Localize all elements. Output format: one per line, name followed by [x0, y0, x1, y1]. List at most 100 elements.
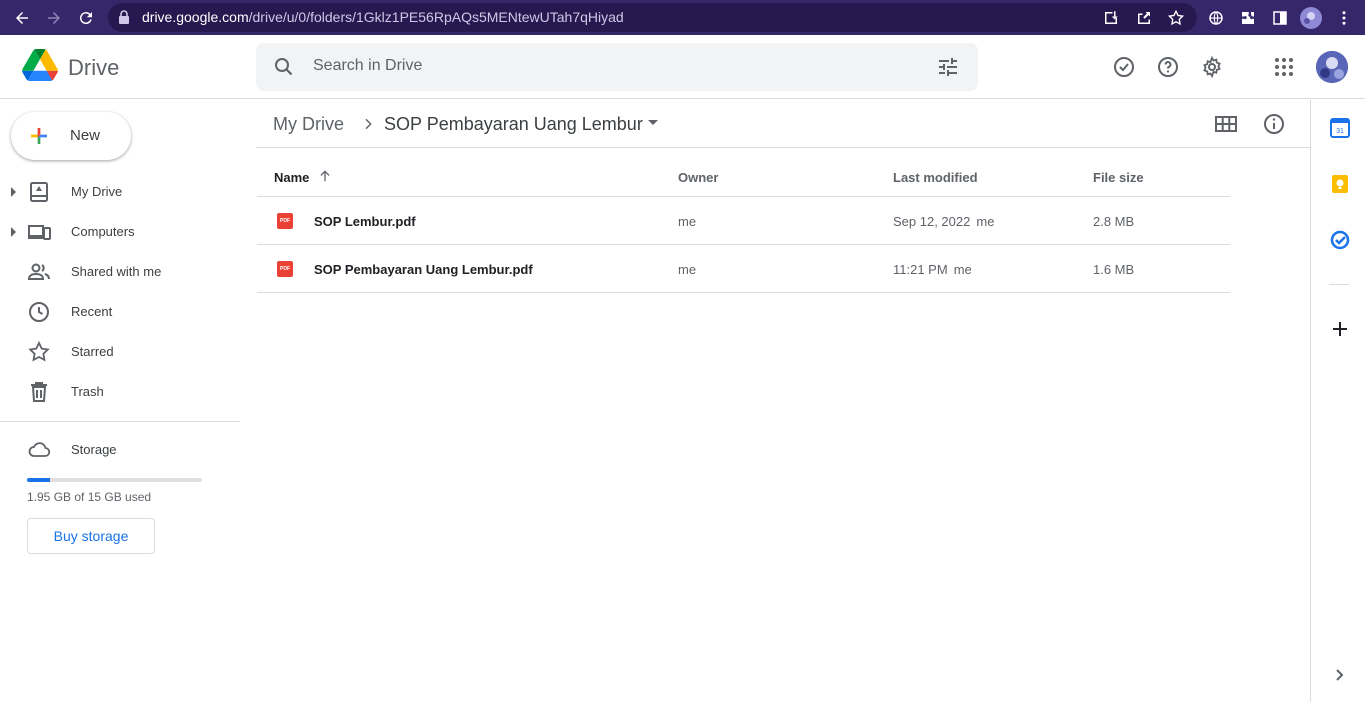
sidebar-item-computers[interactable]: Computers	[0, 216, 240, 248]
url-host: drive.google.com	[142, 9, 249, 25]
search-bar[interactable]: Search in Drive	[256, 43, 978, 91]
file-name[interactable]: SOP Lembur.pdf	[314, 214, 416, 229]
cloud-icon[interactable]	[27, 438, 51, 462]
side-panel-divider	[1329, 284, 1349, 285]
help-icon[interactable]	[1156, 55, 1180, 79]
svg-text:31: 31	[1336, 128, 1344, 135]
column-header-name[interactable]: Name	[274, 170, 309, 185]
back-arrow-icon	[16, 12, 28, 24]
file-size: 2.8 MB	[1093, 214, 1135, 229]
sidebar-divider	[0, 421, 240, 422]
breadcrumb-current-folder[interactable]: SOP Pembayaran Uang Lembur	[384, 114, 643, 135]
storage-progress-fill	[27, 478, 50, 482]
storage-progress-bar	[27, 478, 202, 482]
column-header-last-modified[interactable]: Last modified	[893, 170, 978, 185]
file-list: Name Owner Last modified File size PDF S…	[257, 150, 1230, 293]
buy-storage-button[interactable]: Buy storage	[27, 518, 155, 554]
sidebar-item-label: Trash	[71, 384, 104, 399]
plus-icon	[31, 128, 47, 144]
settings-gear-icon[interactable]	[1200, 55, 1224, 79]
file-name[interactable]: SOP Pembayaran Uang Lembur.pdf	[314, 262, 533, 277]
expand-arrow-icon[interactable]	[11, 227, 16, 237]
drive-logo-icon[interactable]	[22, 49, 58, 81]
drive-header: Drive Search in Drive	[0, 35, 1365, 99]
url-text: drive.google.com/drive/u/0/folders/1Gklz…	[142, 9, 624, 25]
forward-button[interactable]	[42, 6, 66, 30]
reload-button[interactable]	[74, 6, 98, 30]
url-path: /drive/u/0/folders/1Gklz1PE56RpAQs5MENte…	[248, 9, 624, 25]
left-sidebar: New My Drive Computers Shared with me Re…	[0, 100, 240, 702]
shared-icon	[27, 263, 50, 280]
modified-date: Sep 12, 2022	[893, 214, 971, 229]
apps-grid-icon[interactable]	[1272, 55, 1296, 79]
trash-icon	[31, 382, 47, 402]
add-addon-plus-icon[interactable]	[1330, 319, 1350, 339]
modified-date: 11:21 PM	[893, 262, 948, 277]
file-size: 1.6 MB	[1093, 262, 1135, 277]
ready-for-offline-icon[interactable]	[1112, 55, 1136, 79]
keep-icon[interactable]	[1330, 174, 1350, 194]
extensions-puzzle-icon[interactable]	[1237, 7, 1259, 29]
file-owner: me	[678, 214, 697, 229]
sidebar-item-label: Computers	[71, 224, 135, 239]
star-icon	[28, 340, 50, 362]
profile-avatar-icon[interactable]	[1300, 7, 1322, 29]
search-options-icon[interactable]	[936, 55, 960, 79]
sidebar-item-label: Shared with me	[71, 264, 162, 279]
browser-toolbar: drive.google.com/drive/u/0/folders/1Gklz…	[0, 0, 1365, 35]
sidebar-item-shared[interactable]: Shared with me	[0, 256, 240, 288]
info-icon[interactable]	[1262, 112, 1286, 136]
side-panel-icon[interactable]	[1269, 7, 1291, 29]
new-button[interactable]: New	[11, 112, 131, 160]
sidebar-item-label: Starred	[71, 344, 114, 359]
pdf-file-icon: PDF	[277, 261, 293, 277]
sidebar-item-starred[interactable]: Starred	[0, 336, 240, 368]
search-icon[interactable]	[272, 55, 296, 79]
column-header-owner[interactable]: Owner	[678, 170, 718, 185]
table-row[interactable]: PDF SOP Pembayaran Uang Lembur.pdf me 11…	[257, 245, 1230, 293]
new-button-label: New	[70, 127, 101, 144]
sidebar-item-label: My Drive	[71, 184, 123, 199]
chevron-right-icon[interactable]	[1329, 665, 1349, 685]
extension-globe-icon[interactable]	[1205, 7, 1227, 29]
computers-icon	[28, 225, 51, 240]
sidebar-item-recent[interactable]: Recent	[0, 296, 240, 328]
file-last-modified: 11:21 PM me	[893, 262, 972, 277]
chevron-right-icon	[365, 118, 372, 130]
pdf-file-icon: PDF	[277, 213, 293, 229]
forward-arrow-icon	[48, 12, 60, 24]
storage-used-text: 1.95 GB of 15 GB used	[27, 490, 152, 504]
modified-by: me	[976, 214, 995, 229]
browser-menu-icon[interactable]	[1333, 7, 1355, 29]
breadcrumb-root[interactable]: My Drive	[273, 114, 344, 135]
install-app-icon[interactable]	[1100, 7, 1122, 29]
bookmark-star-icon[interactable]	[1165, 7, 1187, 29]
lock-icon	[119, 10, 129, 24]
search-input[interactable]: Search in Drive	[313, 57, 422, 75]
share-icon[interactable]	[1133, 7, 1155, 29]
file-last-modified: Sep 12, 2022 me	[893, 214, 994, 229]
clock-icon	[29, 302, 49, 322]
sidebar-item-label: Recent	[71, 304, 113, 319]
reload-icon	[79, 12, 92, 25]
sidebar-item-trash[interactable]: Trash	[0, 376, 240, 408]
back-button[interactable]	[10, 6, 34, 30]
table-header: Name Owner Last modified File size	[257, 150, 1230, 197]
storage-label[interactable]: Storage	[71, 442, 117, 457]
breadcrumb: My Drive SOP Pembayaran Uang Lembur	[256, 100, 1310, 148]
grid-view-icon[interactable]	[1214, 112, 1238, 136]
sidebar-item-my-drive[interactable]: My Drive	[0, 176, 240, 208]
column-header-file-size[interactable]: File size	[1093, 170, 1144, 185]
tasks-icon[interactable]	[1330, 230, 1350, 250]
expand-arrow-icon[interactable]	[11, 187, 16, 197]
app-name[interactable]: Drive	[68, 55, 119, 81]
table-row[interactable]: PDF SOP Lembur.pdf me Sep 12, 2022 me 2.8…	[257, 197, 1230, 245]
calendar-icon[interactable]: 31	[1330, 118, 1350, 138]
account-avatar[interactable]	[1316, 51, 1348, 83]
sort-arrow-up-icon[interactable]	[318, 169, 332, 183]
folder-menu-dropdown-icon[interactable]	[648, 120, 658, 125]
side-panel: 31	[1310, 100, 1365, 702]
modified-by: me	[953, 262, 972, 277]
my-drive-icon	[30, 182, 48, 202]
file-owner: me	[678, 262, 697, 277]
